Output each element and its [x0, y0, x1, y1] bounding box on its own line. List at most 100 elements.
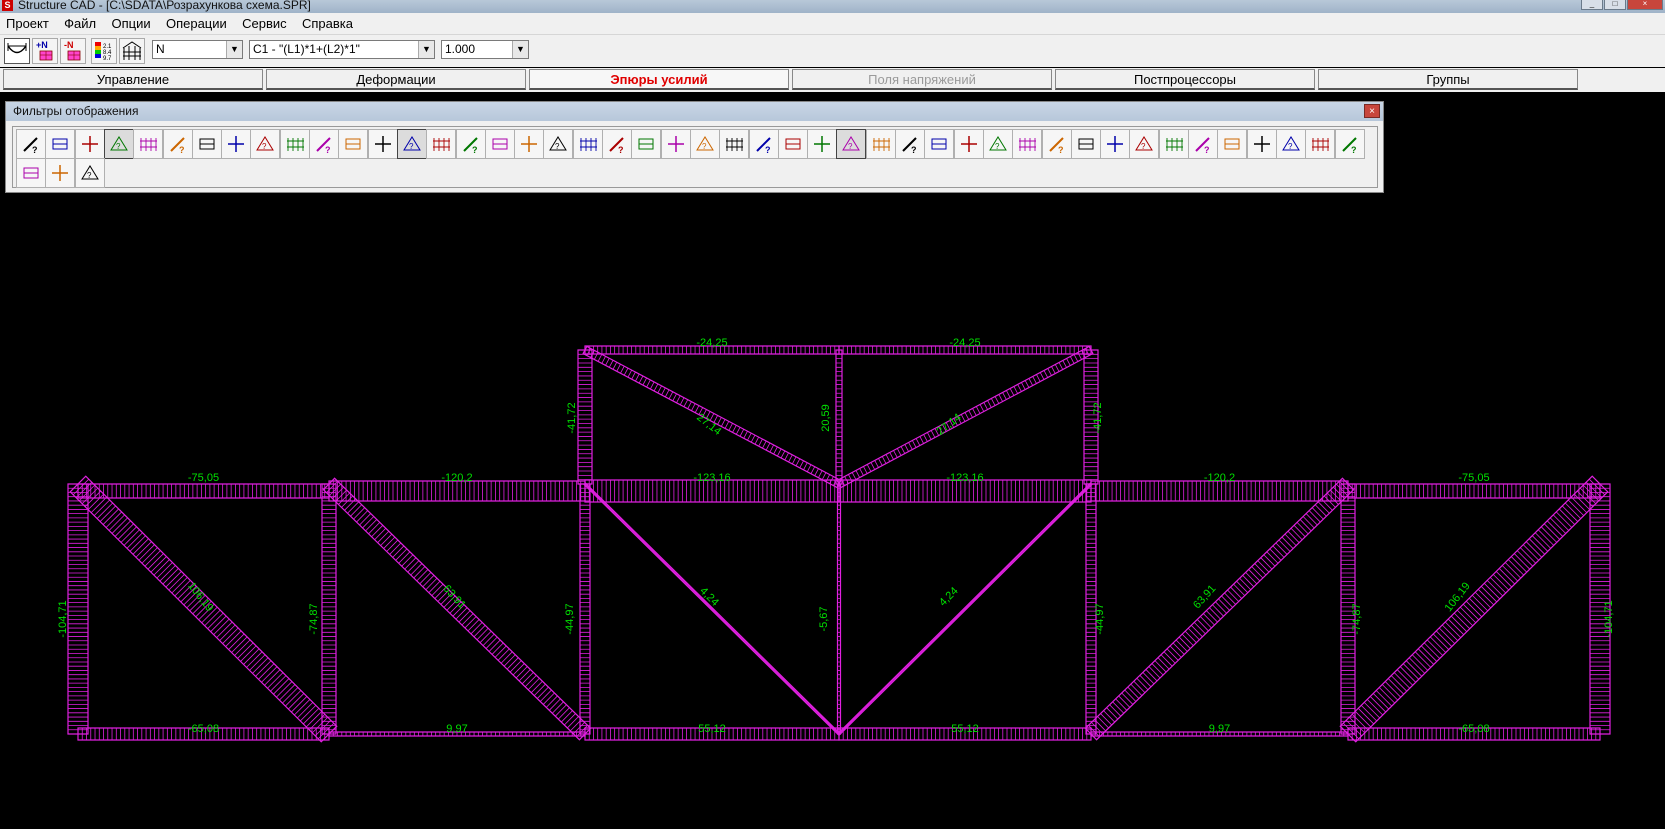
member-post-3 — [579, 483, 591, 735]
display-filter-42-icon[interactable] — [1217, 129, 1248, 159]
display-filter-38-icon[interactable] — [1100, 129, 1131, 159]
chevron-down-icon: ▼ — [418, 41, 434, 58]
display-filter-44-icon[interactable]: ? — [1275, 129, 1306, 159]
display-filter-8-icon[interactable] — [221, 129, 252, 159]
color-scale-icon[interactable]: 2.1 8.4 9.7 — [91, 38, 117, 64]
display-filter-16-icon[interactable]: ? — [455, 129, 486, 159]
display-filter-33-icon[interactable] — [953, 129, 984, 159]
load-combination-select[interactable]: С1 - "(L1)*1+(L2)*1" ▼ — [249, 40, 435, 59]
display-filter-5-icon[interactable] — [133, 129, 164, 159]
display-filter-32-icon[interactable] — [924, 129, 955, 159]
menu-item-service[interactable]: Сервис — [236, 13, 293, 34]
display-filter-30-icon[interactable] — [865, 129, 896, 159]
svg-text:9.7: 9.7 — [103, 56, 112, 62]
display-filter-23-icon[interactable] — [660, 129, 691, 159]
label-post-2: -74,87 — [308, 603, 320, 634]
maximize-button[interactable]: □ — [1604, 0, 1626, 10]
display-filter-31-icon[interactable]: ? — [895, 129, 925, 159]
display-filter-11-icon[interactable]: ? — [309, 129, 339, 159]
display-filter-20-icon[interactable] — [572, 129, 603, 159]
svg-text:?: ? — [911, 145, 917, 155]
label-post-5: -44,97 — [1094, 603, 1106, 634]
display-filter-35-icon[interactable] — [1012, 129, 1043, 159]
svg-text:?: ? — [765, 145, 771, 155]
label-bottom-chord-4: 55,12 — [951, 723, 979, 735]
svg-text:?: ? — [618, 145, 624, 155]
menu-item-help[interactable]: Справка — [296, 13, 359, 34]
svg-text:?: ? — [1141, 142, 1146, 151]
label-bottom-chord-1: -65,08 — [188, 723, 219, 735]
label-bottom-chord-5: 9,97 — [1209, 723, 1230, 735]
panel-title-bar[interactable]: Фильтры отображения × — [6, 102, 1383, 121]
scale-select[interactable]: 1.000 ▼ — [441, 40, 529, 59]
close-button[interactable]: × — [1627, 0, 1663, 10]
member-diag-6 — [1339, 475, 1609, 743]
display-filter-48-icon[interactable] — [45, 158, 76, 188]
display-filter-22-icon[interactable] — [631, 129, 662, 159]
main-toolbar: +N -N 2.1 8.4 9.7 N ▼ С1 - "(L1)*1+(L2)*1"… — [0, 35, 1665, 67]
display-filter-4-icon[interactable]: ? — [103, 129, 134, 159]
display-filter-47-icon[interactable] — [16, 158, 46, 188]
display-filter-39-icon[interactable]: ? — [1129, 129, 1160, 159]
display-filter-2-icon[interactable] — [45, 129, 76, 159]
display-filter-24-icon[interactable]: ? — [689, 129, 720, 159]
display-filter-40-icon[interactable] — [1158, 129, 1189, 159]
display-filter-13-icon[interactable] — [367, 129, 398, 159]
display-filter-10-icon[interactable] — [279, 129, 310, 159]
svg-text:?: ? — [179, 145, 185, 155]
display-filter-12-icon[interactable] — [338, 129, 369, 159]
display-filter-29-icon[interactable]: ? — [836, 129, 867, 159]
display-filter-6-icon[interactable]: ? — [162, 129, 193, 159]
svg-text:?: ? — [116, 142, 121, 151]
tab-force-diagrams[interactable]: Эпюры усилий — [529, 69, 789, 90]
display-filter-28-icon[interactable] — [807, 129, 838, 159]
tab-stress-fields[interactable]: Поля напряжений — [792, 69, 1052, 90]
menu-bar: Проект Файл Опции Операции Сервис Справк… — [0, 13, 1665, 35]
force-component-select[interactable]: N ▼ — [152, 40, 243, 59]
minimize-button[interactable]: _ — [1581, 0, 1603, 10]
display-filter-36-icon[interactable]: ? — [1041, 129, 1072, 159]
menu-item-project[interactable]: Проект — [0, 13, 55, 34]
menu-item-options[interactable]: Опции — [105, 13, 156, 34]
tab-control[interactable]: Управление — [3, 69, 263, 90]
display-filter-37-icon[interactable] — [1070, 129, 1101, 159]
display-filter-45-icon[interactable] — [1305, 129, 1336, 159]
display-filter-49-icon[interactable]: ? — [74, 158, 105, 188]
display-filter-46-icon[interactable]: ? — [1334, 129, 1365, 159]
display-filter-26-icon[interactable]: ? — [748, 129, 779, 159]
display-filter-21-icon[interactable]: ? — [602, 129, 632, 159]
add-result-icon[interactable]: +N — [32, 38, 58, 64]
display-filter-14-icon[interactable]: ? — [396, 129, 427, 159]
display-filter-9-icon[interactable]: ? — [250, 129, 281, 159]
menu-item-operations[interactable]: Операции — [160, 13, 233, 34]
truss-force-diagram: -24,25 -24,2527,14 27,14-41,72 20,59 -41,72-… — [57, 337, 1615, 743]
close-icon[interactable]: × — [1364, 104, 1380, 118]
remove-result-icon[interactable]: -N — [60, 38, 86, 64]
drawing-canvas[interactable]: -24,25 -24,25 27,14 27,14 -41,72 20,59 -41,72-… — [0, 194, 1665, 826]
display-filter-34-icon[interactable]: ? — [982, 129, 1013, 159]
frame-model-icon[interactable] — [119, 38, 145, 64]
display-filter-43-icon[interactable] — [1246, 129, 1277, 159]
display-filter-17-icon[interactable] — [484, 129, 515, 159]
label-upper-post-right: -41,72 — [1092, 402, 1104, 433]
label-bottom-chord-3: 55,12 — [698, 723, 726, 735]
display-filter-3-icon[interactable] — [74, 129, 105, 159]
display-filter-7-icon[interactable] — [191, 129, 222, 159]
svg-text:?: ? — [1351, 145, 1357, 155]
tab-postprocessors[interactable]: Постпроцессоры — [1055, 69, 1315, 90]
tab-groups[interactable]: Группы — [1318, 69, 1578, 90]
label-top-chord-right: -24,25 — [949, 337, 980, 349]
label-bottom-chord-6: -65,08 — [1458, 723, 1489, 735]
display-filter-41-icon[interactable]: ? — [1188, 129, 1218, 159]
display-filter-1-icon[interactable]: ? — [16, 129, 46, 159]
force-diagram-icon[interactable] — [4, 38, 30, 64]
display-filter-15-icon[interactable] — [426, 129, 457, 159]
display-filter-25-icon[interactable] — [719, 129, 750, 159]
tab-deformations[interactable]: Деформации — [266, 69, 526, 90]
display-filter-27-icon[interactable] — [777, 129, 808, 159]
member-diag-3 — [583, 482, 841, 736]
display-filter-18-icon[interactable] — [514, 129, 545, 159]
menu-item-file[interactable]: Файл — [58, 13, 102, 34]
display-filter-19-icon[interactable]: ? — [543, 129, 574, 159]
svg-text:?: ? — [1058, 145, 1064, 155]
